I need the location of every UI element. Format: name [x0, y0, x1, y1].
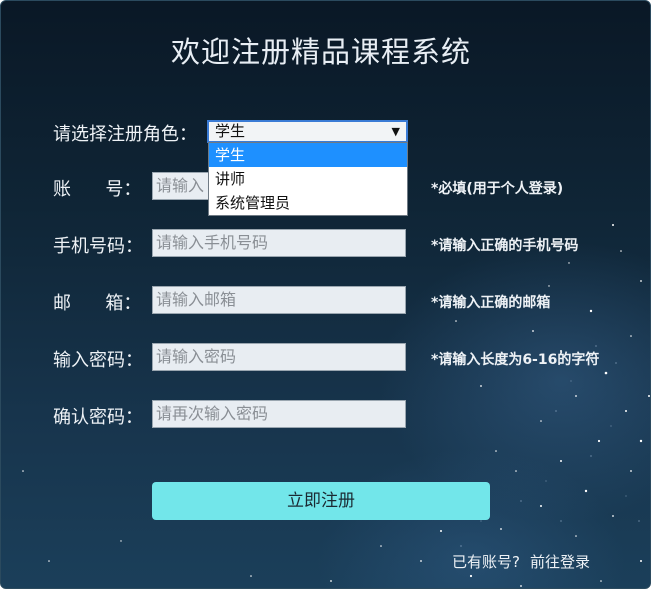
role-option-student[interactable]: 学生	[209, 143, 407, 167]
confirm-password-label: 确认密码：	[53, 407, 143, 428]
register-button[interactable]: 立即注册	[152, 482, 490, 520]
email-hint: *请输入正确的邮箱	[431, 295, 551, 311]
page-title: 欢迎注册精品课程系统	[170, 35, 471, 69]
account-label: 账 号：	[53, 179, 142, 200]
password-input[interactable]: 请输入密码	[152, 343, 406, 371]
role-option-admin[interactable]: 系统管理员	[209, 191, 407, 215]
confirm-password-input[interactable]: 请再次输入密码	[152, 400, 406, 428]
phone-hint: *请输入正确的手机号码	[431, 238, 579, 254]
register-panel: 欢迎注册精品课程系统 请选择注册角色： 学生 ▼ 账 号： 请输入 *必填(用于…	[0, 0, 651, 589]
password-label: 输入密码：	[53, 350, 143, 371]
email-input[interactable]: 请输入邮箱	[152, 286, 406, 314]
account-hint: *必填(用于个人登录)	[431, 181, 564, 197]
email-label: 邮 箱：	[53, 293, 142, 314]
role-option-lecturer[interactable]: 讲师	[209, 167, 407, 191]
dropdown-arrow-icon: ▼	[391, 125, 400, 138]
phone-input[interactable]: 请输入手机号码	[152, 229, 406, 257]
phone-label: 手机号码：	[53, 236, 143, 257]
role-label: 请选择注册角色：	[53, 124, 197, 145]
login-row: 已有账号? 前往登录	[452, 551, 590, 572]
role-dropdown-list: 学生 讲师 系统管理员	[208, 142, 408, 216]
password-hint: *请输入长度为6-16的字符	[431, 352, 600, 368]
goto-login-link[interactable]: 前往登录	[530, 553, 590, 571]
have-account-text: 已有账号?	[452, 553, 520, 571]
role-select[interactable]: 学生 ▼	[207, 120, 408, 143]
role-select-value: 学生	[215, 122, 246, 140]
